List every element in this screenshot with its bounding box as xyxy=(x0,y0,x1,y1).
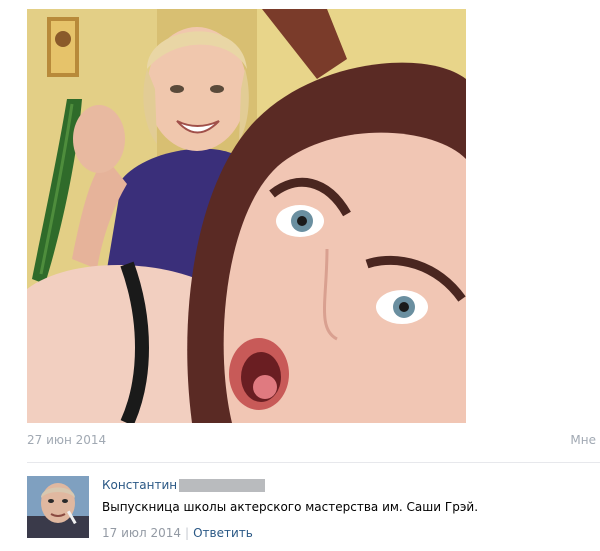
meta-separator: | xyxy=(185,526,190,540)
comment-author-name[interactable]: Константин xyxy=(102,478,177,492)
comment-date[interactable]: 17 июл 2014 xyxy=(102,526,181,540)
post-photo[interactable] xyxy=(27,9,466,423)
divider xyxy=(27,462,600,463)
avatar[interactable] xyxy=(27,476,89,538)
comment-meta: 17 июл 2014 | Ответить xyxy=(102,526,253,540)
redacted-surname xyxy=(179,478,266,492)
comment-author: Константин xyxy=(102,478,266,492)
reply-button[interactable]: Ответить xyxy=(193,526,253,540)
comment-text: Выпускница школы актерского мастерства и… xyxy=(102,500,479,514)
avatar-image xyxy=(27,476,89,538)
selfie-photo-image xyxy=(27,9,466,423)
post-date[interactable]: 27 июн 2014 xyxy=(27,433,106,447)
like-link[interactable]: Мне xyxy=(570,433,596,447)
